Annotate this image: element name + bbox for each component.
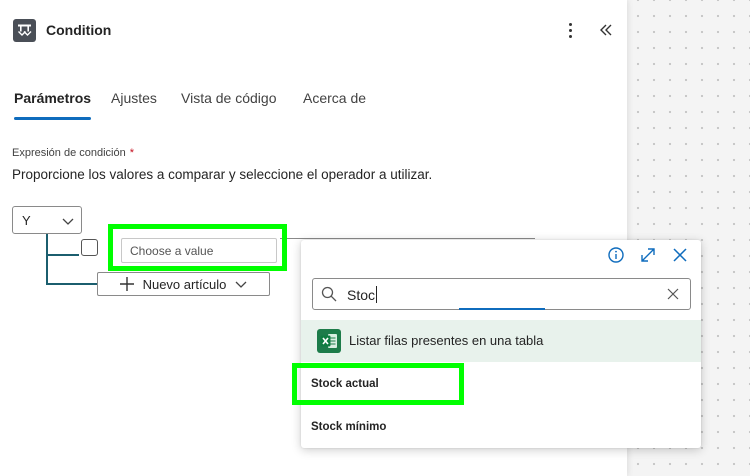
condition-label-text: Expresión de condición <box>12 147 126 159</box>
new-item-label: Nuevo artículo <box>142 276 227 292</box>
plus-icon <box>119 277 134 291</box>
tree-line-branch-new <box>46 283 97 285</box>
text-caret <box>376 286 378 303</box>
group-operator-value: Y <box>22 213 31 228</box>
group-operator-select[interactable]: Y <box>12 206 82 234</box>
collapse-panel-icon[interactable] <box>596 20 616 40</box>
picker-search-text: Stoc <box>347 287 376 303</box>
action-list-rows[interactable]: Listar filas presentes en una tabla <box>301 320 701 362</box>
tree-line-branch-row <box>46 254 79 256</box>
condition-icon <box>13 19 36 42</box>
dynamic-content-picker: Stoc Listar filas presentes en una tabla… <box>301 240 701 448</box>
row-checkbox[interactable] <box>81 239 98 256</box>
chevron-down-icon <box>62 218 74 225</box>
excel-icon <box>317 329 341 353</box>
expand-icon[interactable] <box>639 246 657 264</box>
tab-acerca-de[interactable]: Acerca de <box>303 90 366 120</box>
search-icon <box>321 286 337 302</box>
new-item-button[interactable]: Nuevo artículo <box>97 272 270 296</box>
tree-line-vertical <box>46 234 48 284</box>
operator-row-line <box>280 238 535 239</box>
action-label: Listar filas presentes en una tabla <box>349 333 544 348</box>
search-focus-underline <box>459 308 545 310</box>
info-icon[interactable] <box>607 246 625 264</box>
highlight-stock-actual <box>292 363 464 405</box>
clear-search-icon[interactable] <box>666 287 680 301</box>
result-stock-minimo[interactable]: Stock mínimo <box>311 421 386 433</box>
panel-title: Condition <box>46 22 112 38</box>
tab-vista-de-codigo[interactable]: Vista de código <box>181 90 276 120</box>
tab-parametros[interactable]: Parámetros <box>14 90 92 120</box>
chevron-down-icon <box>235 281 247 288</box>
highlight-value-input <box>108 224 287 271</box>
close-icon[interactable] <box>671 246 689 264</box>
tab-ajustes[interactable]: Ajustes <box>111 90 157 120</box>
condition-label: Expresión de condición * <box>12 147 134 159</box>
required-mark: * <box>129 147 135 159</box>
more-options-icon[interactable] <box>562 20 578 40</box>
condition-help-text: Proporcione los valores a comparar y sel… <box>12 167 433 182</box>
picker-search-input[interactable]: Stoc <box>312 278 691 310</box>
picker-search-value: Stoc <box>347 286 378 303</box>
